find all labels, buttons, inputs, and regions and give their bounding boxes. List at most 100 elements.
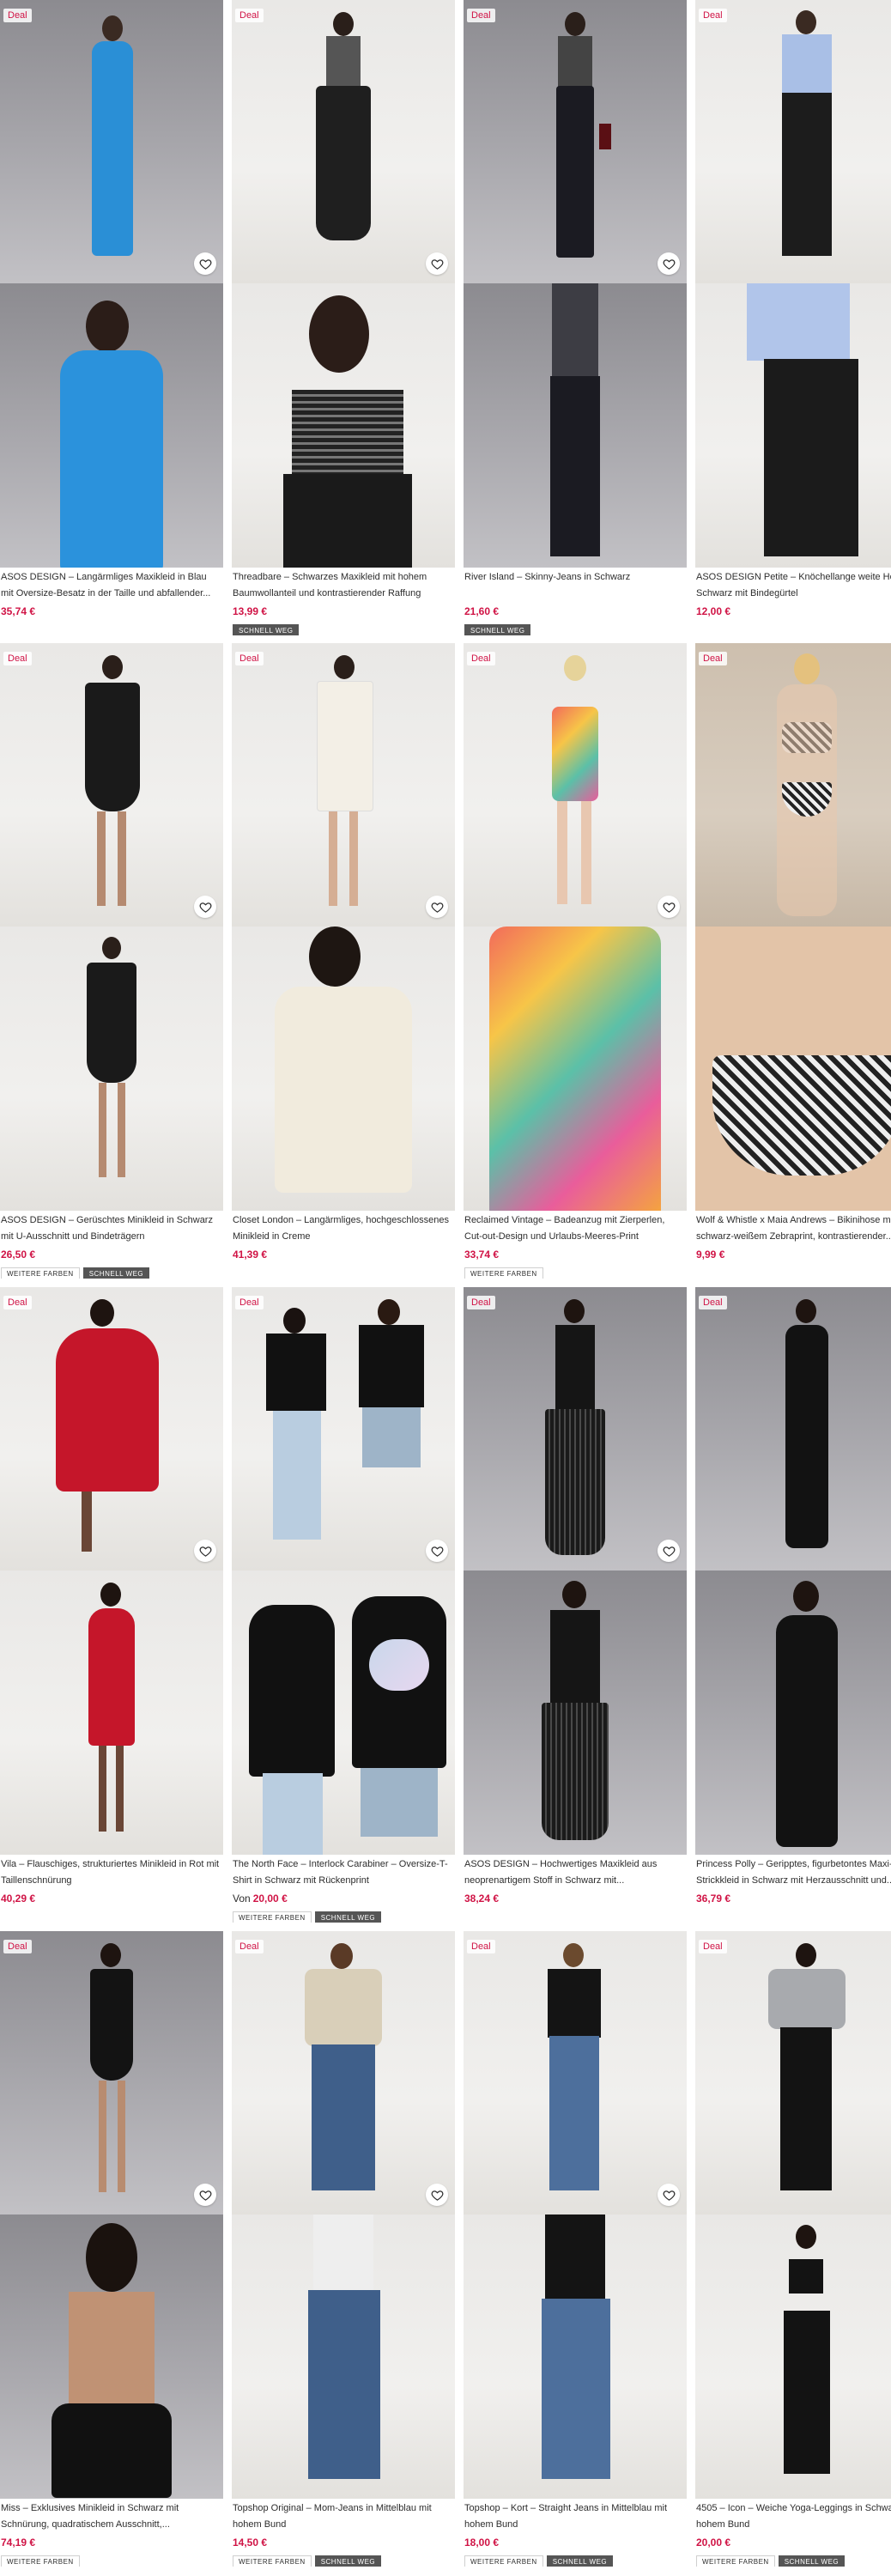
product-card[interactable]: Deal Princess Polly – Geripptes, figurbe… — [695, 1287, 891, 1906]
wishlist-heart-icon[interactable] — [426, 252, 448, 275]
wishlist-heart-icon[interactable] — [658, 252, 680, 275]
product-title[interactable]: Vila – Flauschiges, strukturiertes Minik… — [0, 1856, 223, 1889]
deal-badge: Deal — [3, 1296, 32, 1309]
product-title[interactable]: Miss – Exklusives Minikleid in Schwarz m… — [0, 2500, 223, 2533]
product-image-alt[interactable] — [232, 927, 455, 1211]
deal-badge: Deal — [3, 1940, 32, 1953]
product-title[interactable]: 4505 – Icon – Weiche Yoga-Leggings in Sc… — [695, 2500, 891, 2533]
product-card[interactable]: Deal Vila – Flauschiges, strukturiertes … — [0, 1287, 223, 1906]
product-image[interactable]: Deal — [232, 1287, 455, 1571]
quick-ship-badge: SCHNELL WEG — [82, 1267, 150, 1279]
product-image-alt[interactable] — [695, 2215, 891, 2499]
wishlist-heart-icon[interactable] — [658, 1540, 680, 1562]
product-price: 33,74 € — [464, 1249, 500, 1261]
product-image[interactable]: Deal — [232, 643, 455, 927]
product-card[interactable]: Deal ASOS DESIGN – Langärmliges Maxiklei… — [0, 0, 223, 619]
more-colors-badge: WEITERE FARBEN — [233, 1911, 312, 1923]
product-image[interactable]: Deal — [232, 1931, 455, 2215]
product-title[interactable]: Topshop Original – Mom-Jeans in Mittelbl… — [232, 2500, 455, 2533]
product-card[interactable]: Deal Wolf & Whistle x Maia Andrews – Bik… — [695, 643, 891, 1262]
wishlist-heart-icon[interactable] — [426, 896, 448, 918]
product-image-alt[interactable] — [464, 2215, 687, 2499]
product-card[interactable]: Deal 4505 – Icon – Weiche Yoga-Leggings … — [695, 1931, 891, 2567]
product-card[interactable]: Deal Threadbare – Schwarzes Maxikleid mi… — [232, 0, 455, 635]
deal-badge: Deal — [699, 1940, 727, 1953]
product-title[interactable]: ASOS DESIGN – Langärmliges Maxikleid in … — [0, 569, 223, 602]
product-image-alt[interactable] — [464, 927, 687, 1211]
product-image[interactable]: Deal — [0, 0, 223, 283]
deal-badge: Deal — [467, 1940, 495, 1953]
product-card[interactable]: Deal Topshop – Kort – Straight Jeans in … — [464, 1931, 687, 2567]
product-title[interactable]: The North Face – Interlock Carabiner – O… — [232, 1856, 455, 1889]
product-title[interactable]: Reclaimed Vintage – Badeanzug mit Zierpe… — [464, 1212, 687, 1245]
product-image-alt[interactable] — [0, 283, 223, 568]
product-image[interactable]: Deal — [0, 1931, 223, 2215]
wishlist-heart-icon[interactable] — [194, 2184, 216, 2206]
deal-badge: Deal — [699, 9, 727, 22]
product-card[interactable]: Deal ASOS DESIGN – Hochwertiges Maxiklei… — [464, 1287, 687, 1906]
product-price: 35,74 € — [1, 605, 36, 617]
product-image[interactable]: Deal — [464, 1287, 687, 1571]
product-image[interactable]: Deal — [464, 643, 687, 927]
product-image-alt[interactable] — [0, 2215, 223, 2499]
product-title[interactable]: ASOS DESIGN – Gerüschtes Minikleid in Sc… — [0, 1212, 223, 1245]
product-image-alt[interactable] — [232, 283, 455, 568]
product-image-alt[interactable] — [0, 927, 223, 1211]
product-image-alt[interactable] — [695, 283, 891, 568]
deal-badge: Deal — [235, 1940, 264, 1953]
wishlist-heart-icon[interactable] — [194, 896, 216, 918]
product-image-alt[interactable] — [464, 1571, 687, 1855]
product-image[interactable]: Deal — [695, 1931, 891, 2215]
more-colors-badge: WEITERE FARBEN — [464, 1267, 543, 1279]
product-price: 20,00 € — [696, 2537, 731, 2549]
product-title[interactable]: ASOS DESIGN Petite – Knöchellange weite … — [695, 569, 891, 602]
wishlist-heart-icon[interactable] — [658, 2184, 680, 2206]
product-image-alt[interactable] — [232, 2215, 455, 2499]
product-card[interactable]: Deal River Island – Skinny-Jeans in Schw… — [464, 0, 687, 635]
product-price: 36,79 € — [696, 1893, 731, 1905]
product-image-alt[interactable] — [695, 927, 891, 1211]
wishlist-heart-icon[interactable] — [426, 2184, 448, 2206]
product-image[interactable]: Deal — [695, 643, 891, 927]
product-card[interactable]: Deal ASOS DESIGN Petite – Knöchellange w… — [695, 0, 891, 619]
wishlist-heart-icon[interactable] — [426, 1540, 448, 1562]
product-image[interactable]: Deal — [464, 0, 687, 283]
product-card[interactable]: Deal Miss – Exklusives Minikleid in Schw… — [0, 1931, 223, 2567]
product-price: 18,00 € — [464, 2537, 500, 2549]
product-image-alt[interactable] — [0, 1571, 223, 1855]
product-image[interactable]: Deal — [0, 643, 223, 927]
quick-ship-badge: SCHNELL WEG — [233, 624, 300, 635]
deal-badge: Deal — [699, 652, 727, 665]
product-title[interactable]: River Island – Skinny-Jeans in Schwarz — [464, 569, 687, 602]
product-title[interactable]: ASOS DESIGN – Hochwertiges Maxikleid aus… — [464, 1856, 687, 1889]
product-price: 9,99 € — [696, 1249, 725, 1261]
product-image[interactable]: Deal — [464, 1931, 687, 2215]
product-title[interactable]: Princess Polly – Geripptes, figurbetonte… — [695, 1856, 891, 1889]
product-card[interactable]: Deal ASOS DESIGN – Gerüschtes Minikleid … — [0, 643, 223, 1279]
more-colors-badge: WEITERE FARBEN — [464, 2555, 543, 2567]
product-title[interactable]: Threadbare – Schwarzes Maxikleid mit hoh… — [232, 569, 455, 602]
product-price: Von 20,00 € — [232, 1891, 455, 1906]
product-image[interactable]: Deal — [695, 1287, 891, 1571]
wishlist-heart-icon[interactable] — [194, 1540, 216, 1562]
more-colors-badge: WEITERE FARBEN — [1, 1267, 80, 1279]
product-image[interactable]: Deal — [695, 0, 891, 283]
product-image-alt[interactable] — [232, 1571, 455, 1855]
wishlist-heart-icon[interactable] — [194, 252, 216, 275]
wishlist-heart-icon[interactable] — [658, 896, 680, 918]
product-card[interactable]: Deal The North Face – Interlock Carabine… — [232, 1287, 455, 1923]
quick-ship-badge: SCHNELL WEG — [314, 1911, 382, 1923]
product-title[interactable]: Wolf & Whistle x Maia Andrews – Bikiniho… — [695, 1212, 891, 1245]
product-title[interactable]: Closet London – Langärmliges, hochgeschl… — [232, 1212, 455, 1245]
product-price: 26,50 € — [1, 1249, 36, 1261]
product-image[interactable]: Deal — [232, 0, 455, 283]
deal-badge: Deal — [467, 652, 495, 665]
product-card[interactable]: Deal Topshop Original – Mom-Jeans in Mit… — [232, 1931, 455, 2567]
product-title[interactable]: Topshop – Kort – Straight Jeans in Mitte… — [464, 2500, 687, 2533]
product-image-alt[interactable] — [464, 283, 687, 568]
product-image[interactable]: Deal — [0, 1287, 223, 1571]
product-card[interactable]: Deal Reclaimed Vintage – Badeanzug mit Z… — [464, 643, 687, 1279]
product-card[interactable]: Deal Closet London – Langärmliges, hochg… — [232, 643, 455, 1262]
product-image-alt[interactable] — [695, 1571, 891, 1855]
more-colors-badge: WEITERE FARBEN — [233, 2555, 312, 2567]
